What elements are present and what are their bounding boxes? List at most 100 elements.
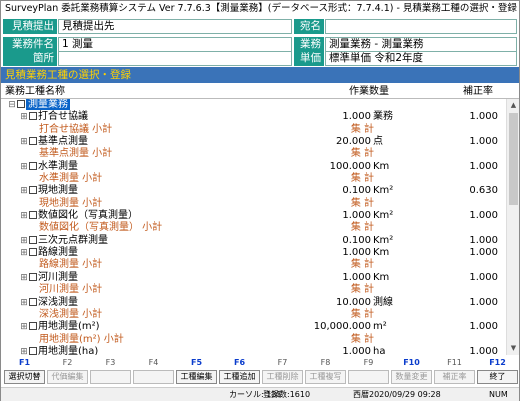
- work-type-tree-grid[interactable]: ⊟ 測量業務 ⊞ 打合せ協議 1.000 業務 1.000 打合せ協議 小計集 計 ⊞ 基準点測量…: [1, 99, 506, 355]
- unit-price-field[interactable]: 標準単価 令和2年度: [325, 51, 517, 66]
- fkey-button-f3[interactable]: [90, 370, 131, 384]
- expand-icon[interactable]: ⊞: [19, 111, 29, 123]
- column-name-header[interactable]: 業務工種名称: [5, 85, 65, 99]
- tree-row[interactable]: ⊞ 用地測量(m²) 10,000.000 m² 1.000: [1, 321, 506, 333]
- row-checkbox[interactable]: [29, 322, 37, 331]
- recipient-field[interactable]: [325, 19, 517, 34]
- row-quantity: 1.000: [342, 345, 371, 355]
- fkey-button-f11[interactable]: 補正率: [434, 370, 475, 384]
- subtotal-row[interactable]: 路線測量 小計 集 計: [1, 259, 506, 271]
- column-quantity-header[interactable]: 作業数量: [349, 85, 389, 99]
- estimate-to-label: 見積提出先: [3, 19, 57, 46]
- expand-icon[interactable]: ⊞: [19, 321, 29, 333]
- row-label: 用地測量(m²) 小計: [39, 333, 124, 345]
- expand-icon[interactable]: ⊞: [19, 297, 29, 309]
- expand-icon[interactable]: ⊞: [19, 161, 29, 173]
- row-name-cell: 基準点測量 小計: [29, 148, 112, 160]
- tree-row[interactable]: ⊞ 三次元点群測量 0.100 Km² 1.000: [1, 235, 506, 247]
- tree-row[interactable]: ⊞ 水準測量 100.000 Km 1.000: [1, 161, 506, 173]
- row-name-cell: 深浅測量 小計: [29, 309, 102, 321]
- row-name-cell: 路線測量 小計: [29, 259, 102, 271]
- row-checkbox[interactable]: [29, 248, 37, 257]
- project-field[interactable]: 1 測量: [58, 37, 292, 52]
- collapse-icon[interactable]: ⊟: [7, 99, 17, 111]
- expand-icon[interactable]: ⊞: [19, 210, 29, 222]
- row-unit: Km: [373, 160, 390, 172]
- root-row[interactable]: ⊟ 測量業務: [1, 99, 506, 111]
- row-checkbox[interactable]: [29, 346, 37, 355]
- row-checkbox[interactable]: [29, 297, 37, 306]
- project-label: 業務件名: [3, 37, 57, 52]
- tree-row[interactable]: ⊞ 路線測量 1.000 Km 1.000: [1, 247, 506, 259]
- location-field[interactable]: [58, 51, 292, 66]
- subtotal-row[interactable]: 河川測量 小計 集 計: [1, 284, 506, 296]
- row-checkbox[interactable]: [29, 137, 37, 146]
- subtotal-row[interactable]: 水準測量 小計 集 計: [1, 173, 506, 185]
- fkey-button-f8[interactable]: 工種複写: [305, 370, 346, 384]
- row-rate: 1.000: [469, 271, 498, 283]
- fkey-button-f1[interactable]: 選択切替: [4, 370, 45, 384]
- subtotal-row[interactable]: 数値図化（写真測量） 小計 集 計: [1, 222, 506, 234]
- row-name-cell: ⊟ 測量業務: [7, 99, 70, 111]
- tree-row[interactable]: ⊞ 現地測量 0.100 Km² 0.630: [1, 185, 506, 197]
- row-checkbox[interactable]: [29, 211, 37, 220]
- fkey-button-f4[interactable]: [133, 370, 174, 384]
- tree-row[interactable]: ⊞ 基準点測量 20.000 点 1.000: [1, 136, 506, 148]
- tree-row[interactable]: ⊞ 用地測量(ha) 1.000 ha 1.000: [1, 346, 506, 355]
- expand-icon[interactable]: ⊞: [19, 346, 29, 355]
- row-checkbox[interactable]: [29, 186, 37, 195]
- fkey-button-f9[interactable]: [348, 370, 389, 384]
- column-rate-header[interactable]: 補正率: [463, 85, 493, 99]
- subtotal-row[interactable]: 打合せ協議 小計 集 計: [1, 124, 506, 136]
- row-checkbox[interactable]: [29, 112, 37, 121]
- vertical-scrollbar[interactable]: ▲ ▼: [506, 99, 519, 355]
- subtotal-row[interactable]: 用地測量(m²) 小計 集 計: [1, 334, 506, 346]
- row-quantity: 集 計: [350, 284, 374, 296]
- fkey-label-f4: F4: [148, 358, 159, 367]
- fkey-label-f8: F8: [320, 358, 331, 367]
- row-quantity: 集 計: [350, 173, 374, 185]
- fkey-button-f7[interactable]: 工種削除: [262, 370, 303, 384]
- subtotal-row[interactable]: 現地測量 小計 集 計: [1, 198, 506, 210]
- row-rate: 1.000: [469, 234, 498, 246]
- row-checkbox[interactable]: [29, 161, 37, 170]
- tree-row[interactable]: ⊞ 河川測量 1.000 Km 1.000: [1, 272, 506, 284]
- expand-icon[interactable]: ⊞: [19, 235, 29, 247]
- expand-icon[interactable]: ⊞: [19, 185, 29, 197]
- subtotal-row[interactable]: 基準点測量 小計 集 計: [1, 148, 506, 160]
- expand-icon[interactable]: ⊞: [19, 272, 29, 284]
- row-checkbox[interactable]: [17, 100, 25, 108]
- tree-row[interactable]: ⊞ 打合せ協議 1.000 業務 1.000: [1, 111, 506, 123]
- scroll-down-icon[interactable]: ▼: [508, 343, 519, 354]
- row-quantity: 集 計: [350, 123, 374, 135]
- row-unit: 点: [373, 136, 383, 148]
- row-quantity: 集 計: [350, 259, 374, 271]
- work-field[interactable]: 測量業務 - 測量業務: [325, 37, 517, 52]
- row-unit: Km²: [373, 185, 394, 197]
- row-name-cell: 河川測量 小計: [29, 284, 102, 296]
- row-label: 用地測量(ha): [38, 345, 99, 355]
- fkey-label-f10: F10: [403, 358, 420, 367]
- fkey-button-f5[interactable]: 工種編集: [176, 370, 217, 384]
- location-label: 箇所: [3, 51, 57, 66]
- estimate-to-field[interactable]: 見積提出先: [58, 19, 292, 34]
- fkey-button-f6[interactable]: 工種追加: [219, 370, 260, 384]
- fkey-button-f12[interactable]: 終了: [477, 370, 518, 384]
- num-lock-indicator: NUM: [489, 390, 508, 399]
- expand-icon[interactable]: ⊞: [19, 247, 29, 259]
- row-name-cell: 打合せ協議 小計: [29, 124, 112, 136]
- row-checkbox[interactable]: [29, 272, 37, 281]
- tree-row[interactable]: ⊞ 数値図化（写真測量） 1.000 Km² 1.000: [1, 210, 506, 222]
- fkey-label-f2: F2: [62, 358, 73, 367]
- subtotal-row[interactable]: 深浅測量 小計 集 計: [1, 309, 506, 321]
- row-rate: 1.000: [469, 160, 498, 172]
- tree-row[interactable]: ⊞ 深浅測量 10.000 測線 1.000: [1, 297, 506, 309]
- scroll-up-icon[interactable]: ▲: [508, 100, 519, 111]
- fkey-button-f10[interactable]: 数量変更: [391, 370, 432, 384]
- row-checkbox[interactable]: [29, 235, 37, 244]
- fkey-button-f2[interactable]: 代価編集: [47, 370, 88, 384]
- expand-icon[interactable]: ⊞: [19, 136, 29, 148]
- scroll-thumb[interactable]: [509, 113, 518, 205]
- row-unit: m²: [373, 321, 387, 333]
- row-label: 路線測量 小計: [39, 259, 103, 271]
